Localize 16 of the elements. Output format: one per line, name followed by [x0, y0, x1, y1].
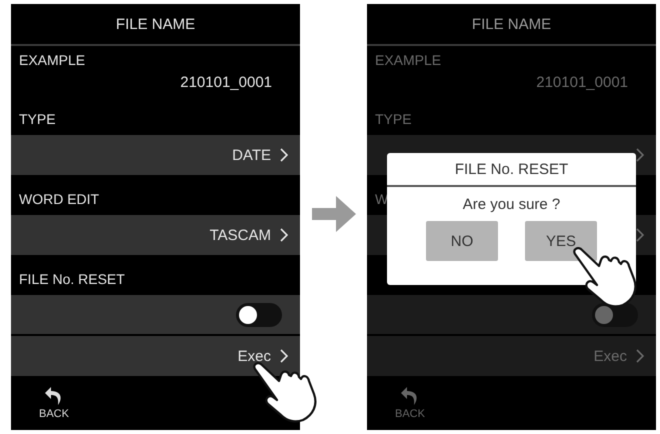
screen-title: FILE NAME [116, 16, 196, 32]
section-label: WORD EDIT [19, 191, 100, 207]
section-label: EXAMPLE [375, 52, 442, 68]
screen-title: FILE NAME [472, 16, 552, 32]
example-value: 210101_0001 [536, 74, 628, 91]
row-value: DATE [232, 146, 271, 164]
dialog-title: FILE No. RESET [387, 153, 636, 187]
section-label: TYPE [19, 111, 56, 127]
row-value: Exec [238, 348, 271, 364]
section-label: TYPE [375, 111, 412, 127]
example-value: 210101_0001 [180, 74, 272, 91]
row-value: Exec [594, 348, 627, 364]
section-label: FILE No. RESET [19, 271, 125, 287]
row-value: TASCAM [210, 226, 271, 244]
dialog-message: Are you sure ? [462, 196, 560, 212]
section-label: EXAMPLE [19, 52, 86, 68]
